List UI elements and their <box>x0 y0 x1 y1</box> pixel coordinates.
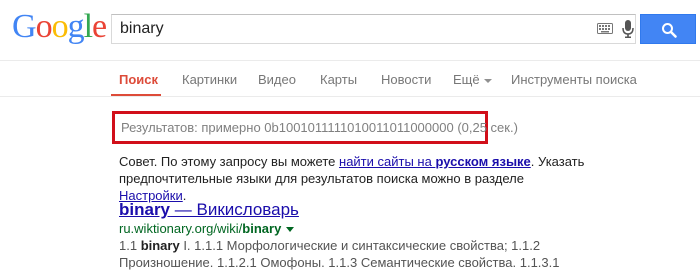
language-advice: Совет. По этому запросу вы можете найти … <box>119 153 589 204</box>
google-logo[interactable]: Google <box>12 8 107 46</box>
result-title-text: — Викисловарь <box>170 200 299 219</box>
search-box <box>111 14 636 44</box>
logo-letter: o <box>35 8 53 45</box>
logo-letter: g <box>67 8 85 45</box>
advice-text: Совет. По этому запросу вы можете <box>119 154 340 169</box>
search-icon <box>662 23 677 38</box>
tab-video[interactable]: Видео <box>258 72 296 87</box>
result-stats-highlight: Результатов: примерно 0b1001011111010011… <box>112 111 518 144</box>
snippet-text: 1.1 <box>119 238 141 253</box>
advice-link-bold: русском языке <box>435 154 531 169</box>
snippet-text: I. 1.1.1 Морфологические и синтаксически… <box>119 238 560 270</box>
logo-letter: o <box>51 8 69 45</box>
tab-search-tools[interactable]: Инструменты поиска <box>511 72 637 87</box>
search-input[interactable] <box>112 15 590 43</box>
find-russian-sites-link[interactable]: найти сайты на русском языке <box>339 154 531 169</box>
result-snippet: 1.1 binary I. 1.1.1 Морфологические и си… <box>119 237 589 271</box>
logo-letter: e <box>92 8 107 45</box>
result-stats: Результатов: примерно 0b1001011111010011… <box>121 120 518 135</box>
result-title-link[interactable]: binary — Викисловарь <box>119 200 589 220</box>
advice-link-text: найти сайты на <box>339 154 436 169</box>
keyboard-icon[interactable] <box>597 23 613 34</box>
search-button[interactable] <box>640 14 696 44</box>
result-title-bold: binary <box>119 200 171 219</box>
search-tabs: Поиск Картинки Видео Карты Новости Ещё И… <box>0 68 700 96</box>
search-result: binary — Викисловарь ru.wiktionary.org/w… <box>119 200 589 271</box>
header-divider <box>0 60 700 61</box>
tab-more-label: Ещё <box>453 72 480 87</box>
tab-more[interactable]: Ещё <box>453 72 492 87</box>
result-url: ru.wiktionary.org/wiki/binary <box>119 220 589 237</box>
header: Google <box>0 0 700 56</box>
tabs-divider <box>0 96 700 97</box>
result-url-bold: binary <box>242 221 282 236</box>
url-options-arrow-icon[interactable] <box>286 227 295 233</box>
tab-search[interactable]: Поиск <box>119 72 158 87</box>
snippet-bold: binary <box>140 238 180 253</box>
chevron-down-icon <box>483 78 492 83</box>
logo-letter: l <box>83 8 94 45</box>
logo-letter: G <box>12 8 37 45</box>
tab-maps[interactable]: Карты <box>320 72 357 87</box>
tab-news[interactable]: Новости <box>381 72 431 87</box>
tab-images[interactable]: Картинки <box>182 72 237 87</box>
result-url-prefix: ru.wiktionary.org/wiki/ <box>119 221 243 236</box>
microphone-icon[interactable] <box>622 20 634 38</box>
